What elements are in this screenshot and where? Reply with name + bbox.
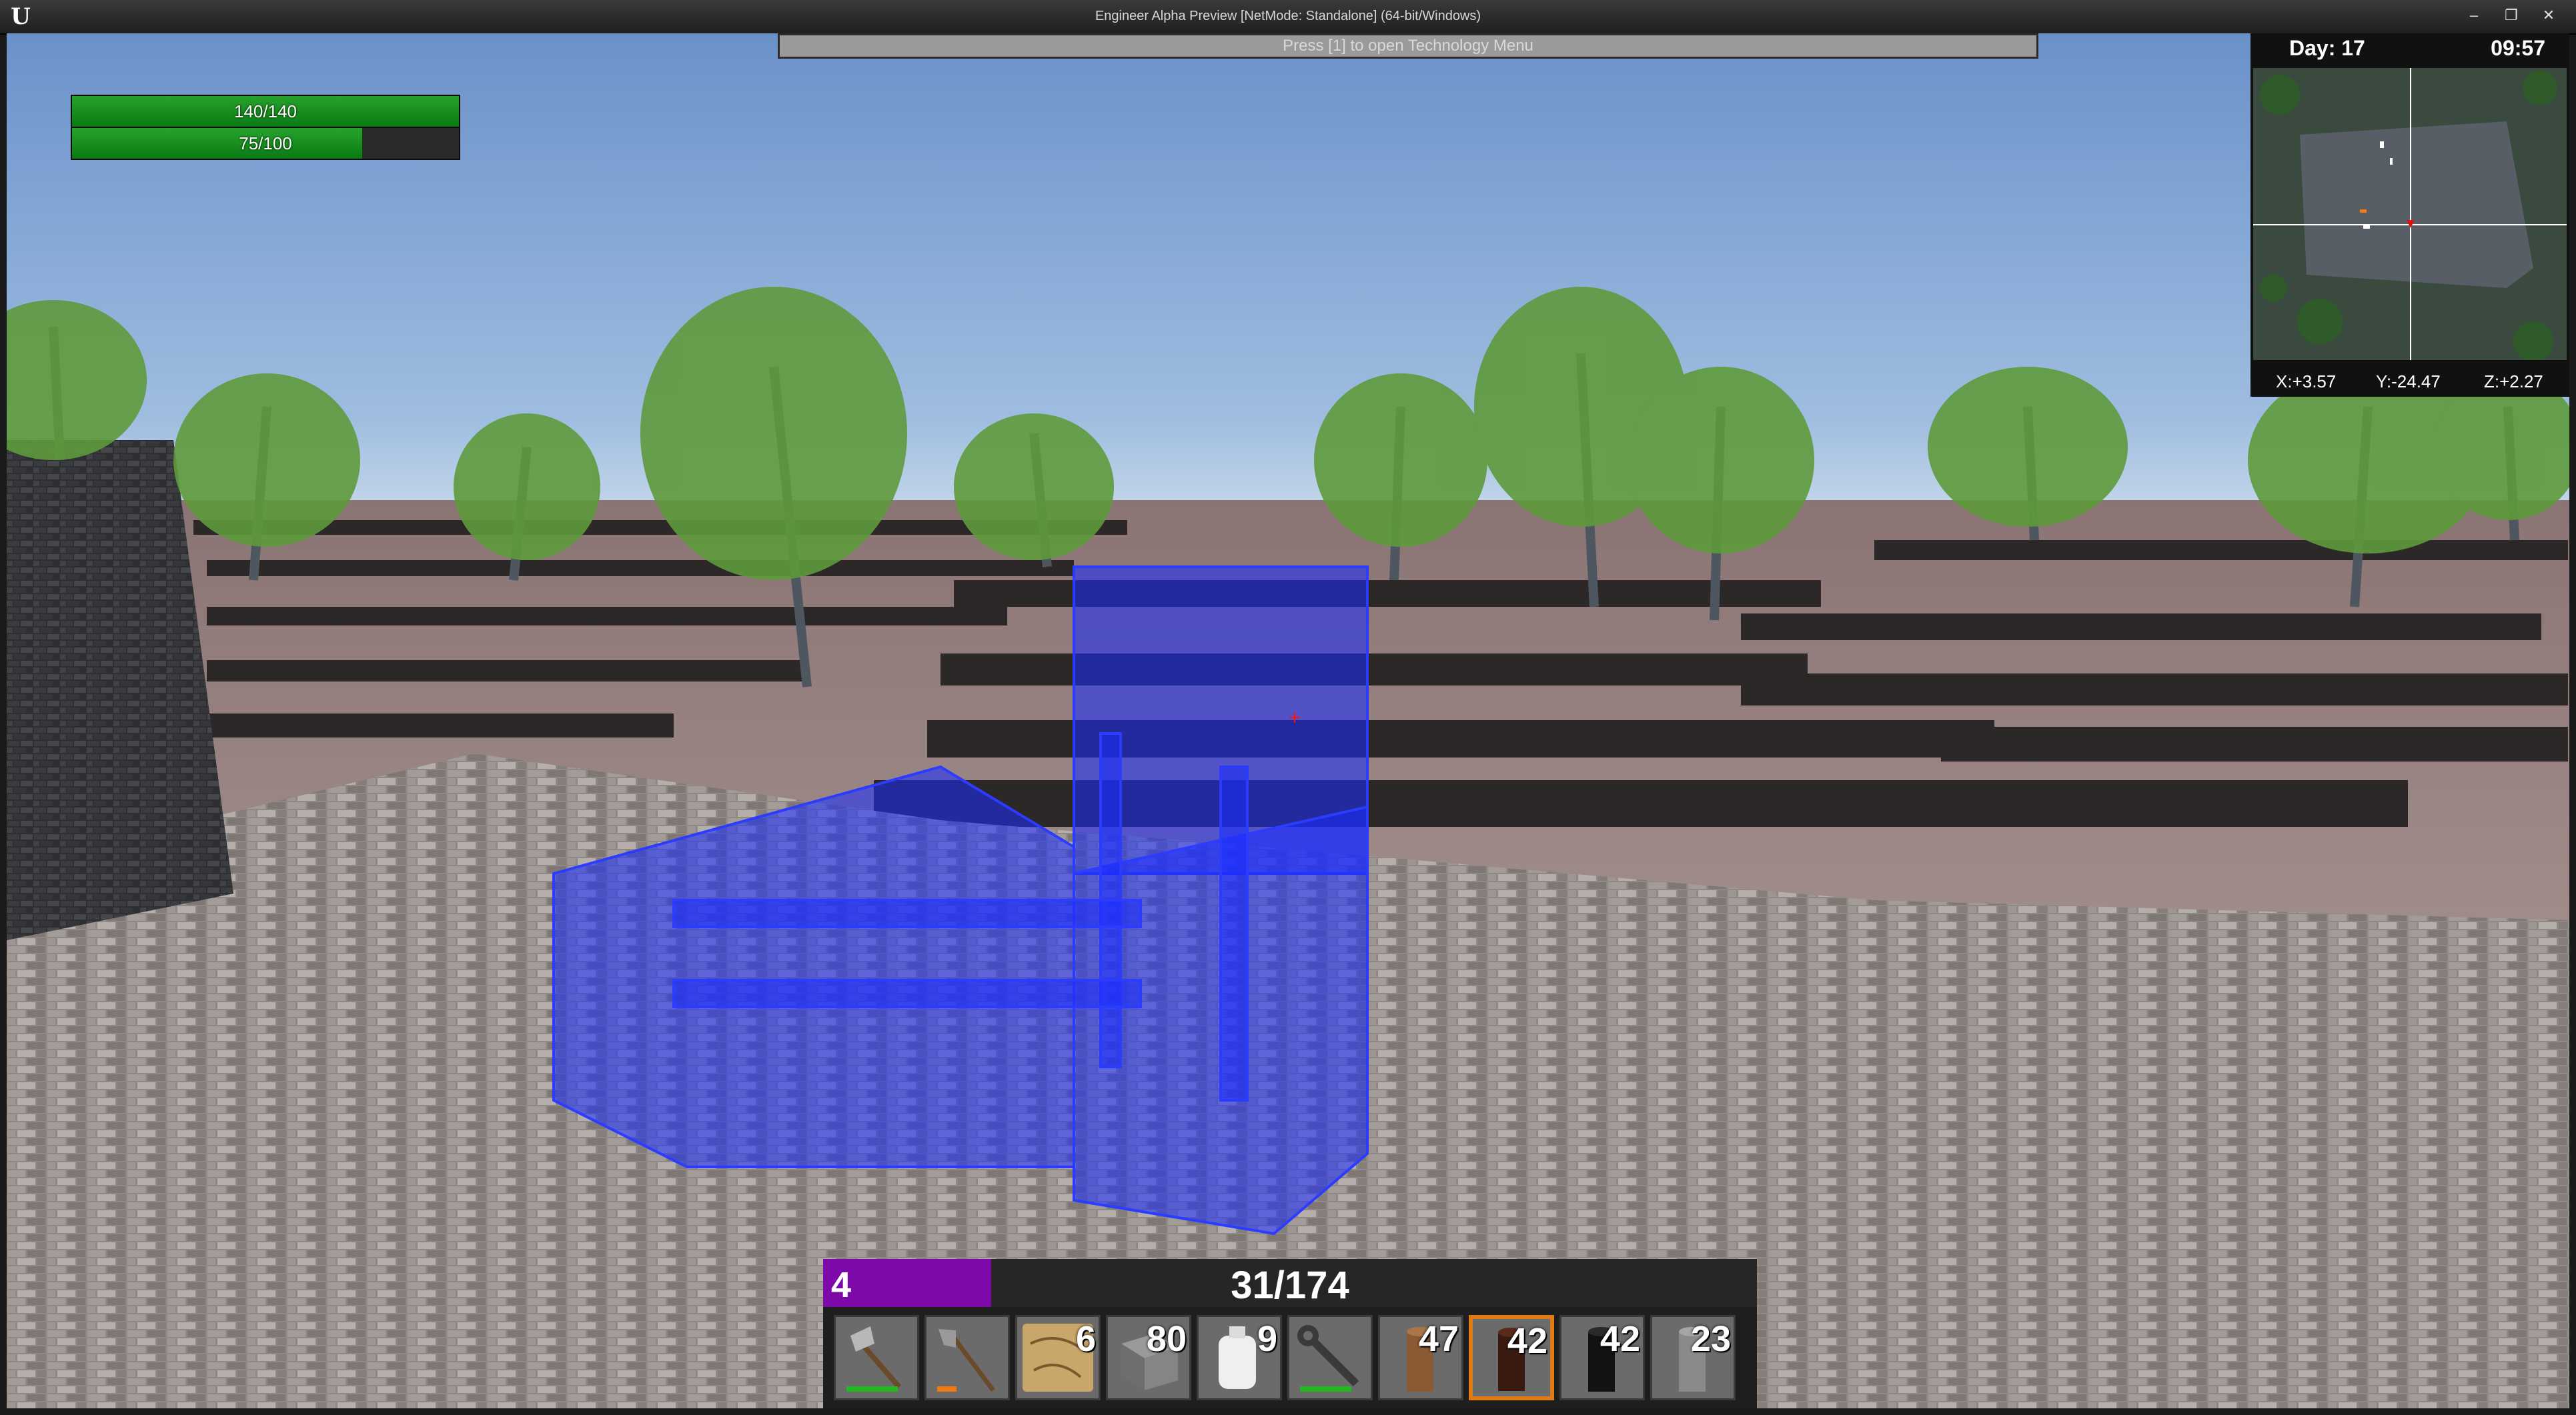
minimap-day: Day: 17	[2289, 36, 2365, 60]
durability-bar	[846, 1386, 898, 1392]
slot-quantity: 23	[1690, 1319, 1731, 1359]
window-title: Engineer Alpha Preview [NetMode: Standal…	[1095, 9, 1481, 23]
hotbar-slot[interactable]: 6	[1015, 1315, 1101, 1400]
coord-z: Z:+2.27	[2484, 371, 2543, 391]
hotbar-slot-selected[interactable]: 42	[1469, 1315, 1554, 1400]
window-titlebar[interactable]: U Engineer Alpha Preview [NetMode: Stand…	[0, 0, 2576, 35]
minimize-icon[interactable]: –	[2463, 5, 2485, 25]
hotbar: 6 80 9 47 42 42 23	[823, 1307, 1757, 1408]
hotbar-slot[interactable]: 47	[1378, 1315, 1463, 1400]
minimap-coordinates: X:+3.57 Y:-24.47 Z:+2.27	[2250, 367, 2569, 394]
coord-x: X:+3.57	[2276, 371, 2337, 391]
technology-menu-prompt: Press [1] to open Technology Menu	[778, 33, 2038, 59]
minimap-terrain	[2253, 68, 2567, 360]
game-viewport[interactable]: 140/140 75/100 Press [1] to open Technol…	[7, 33, 2569, 1408]
slot-quantity: 42	[1507, 1321, 1547, 1361]
hotbar-slot[interactable]: 9	[1197, 1315, 1282, 1400]
health-label: 140/140	[234, 101, 297, 121]
slot-quantity: 42	[1599, 1319, 1640, 1359]
hotbar-slot[interactable]: 42	[1559, 1315, 1645, 1400]
hotbar-slot[interactable]	[834, 1315, 919, 1400]
minimap[interactable]: Day: 17 09:57 X:+3.57 Y:-24.47 Z:+2.27	[2250, 33, 2569, 397]
hotbar-slot[interactable]: 80	[1106, 1315, 1191, 1400]
close-icon[interactable]: ✕	[2537, 5, 2560, 25]
durability-bar	[1300, 1386, 1351, 1392]
restore-icon[interactable]: ❐	[2500, 5, 2523, 25]
experience-bar: 4 31/174	[823, 1259, 1757, 1307]
slot-quantity: 6	[1075, 1319, 1096, 1359]
health-bar: 140/140	[71, 95, 460, 128]
crosshair-icon: +	[1289, 707, 1301, 729]
stamina-bar: 75/100	[71, 127, 460, 160]
slot-quantity: 80	[1146, 1319, 1187, 1359]
hotbar-slot[interactable]	[924, 1315, 1010, 1400]
durability-bar	[937, 1386, 956, 1392]
experience-count: 31/174	[1231, 1264, 1349, 1307]
stamina-label: 75/100	[239, 133, 292, 153]
slot-quantity: 47	[1418, 1319, 1459, 1359]
technology-menu-prompt-text: Press [1] to open Technology Menu	[1283, 37, 1533, 55]
minimap-time: 09:57	[2491, 36, 2545, 60]
coord-y: Y:-24.47	[2376, 371, 2441, 391]
hotbar-slot[interactable]: 23	[1650, 1315, 1736, 1400]
slot-quantity: 9	[1257, 1319, 1277, 1359]
minimap-map[interactable]	[2253, 68, 2567, 360]
hotbar-slot[interactable]	[1287, 1315, 1373, 1400]
